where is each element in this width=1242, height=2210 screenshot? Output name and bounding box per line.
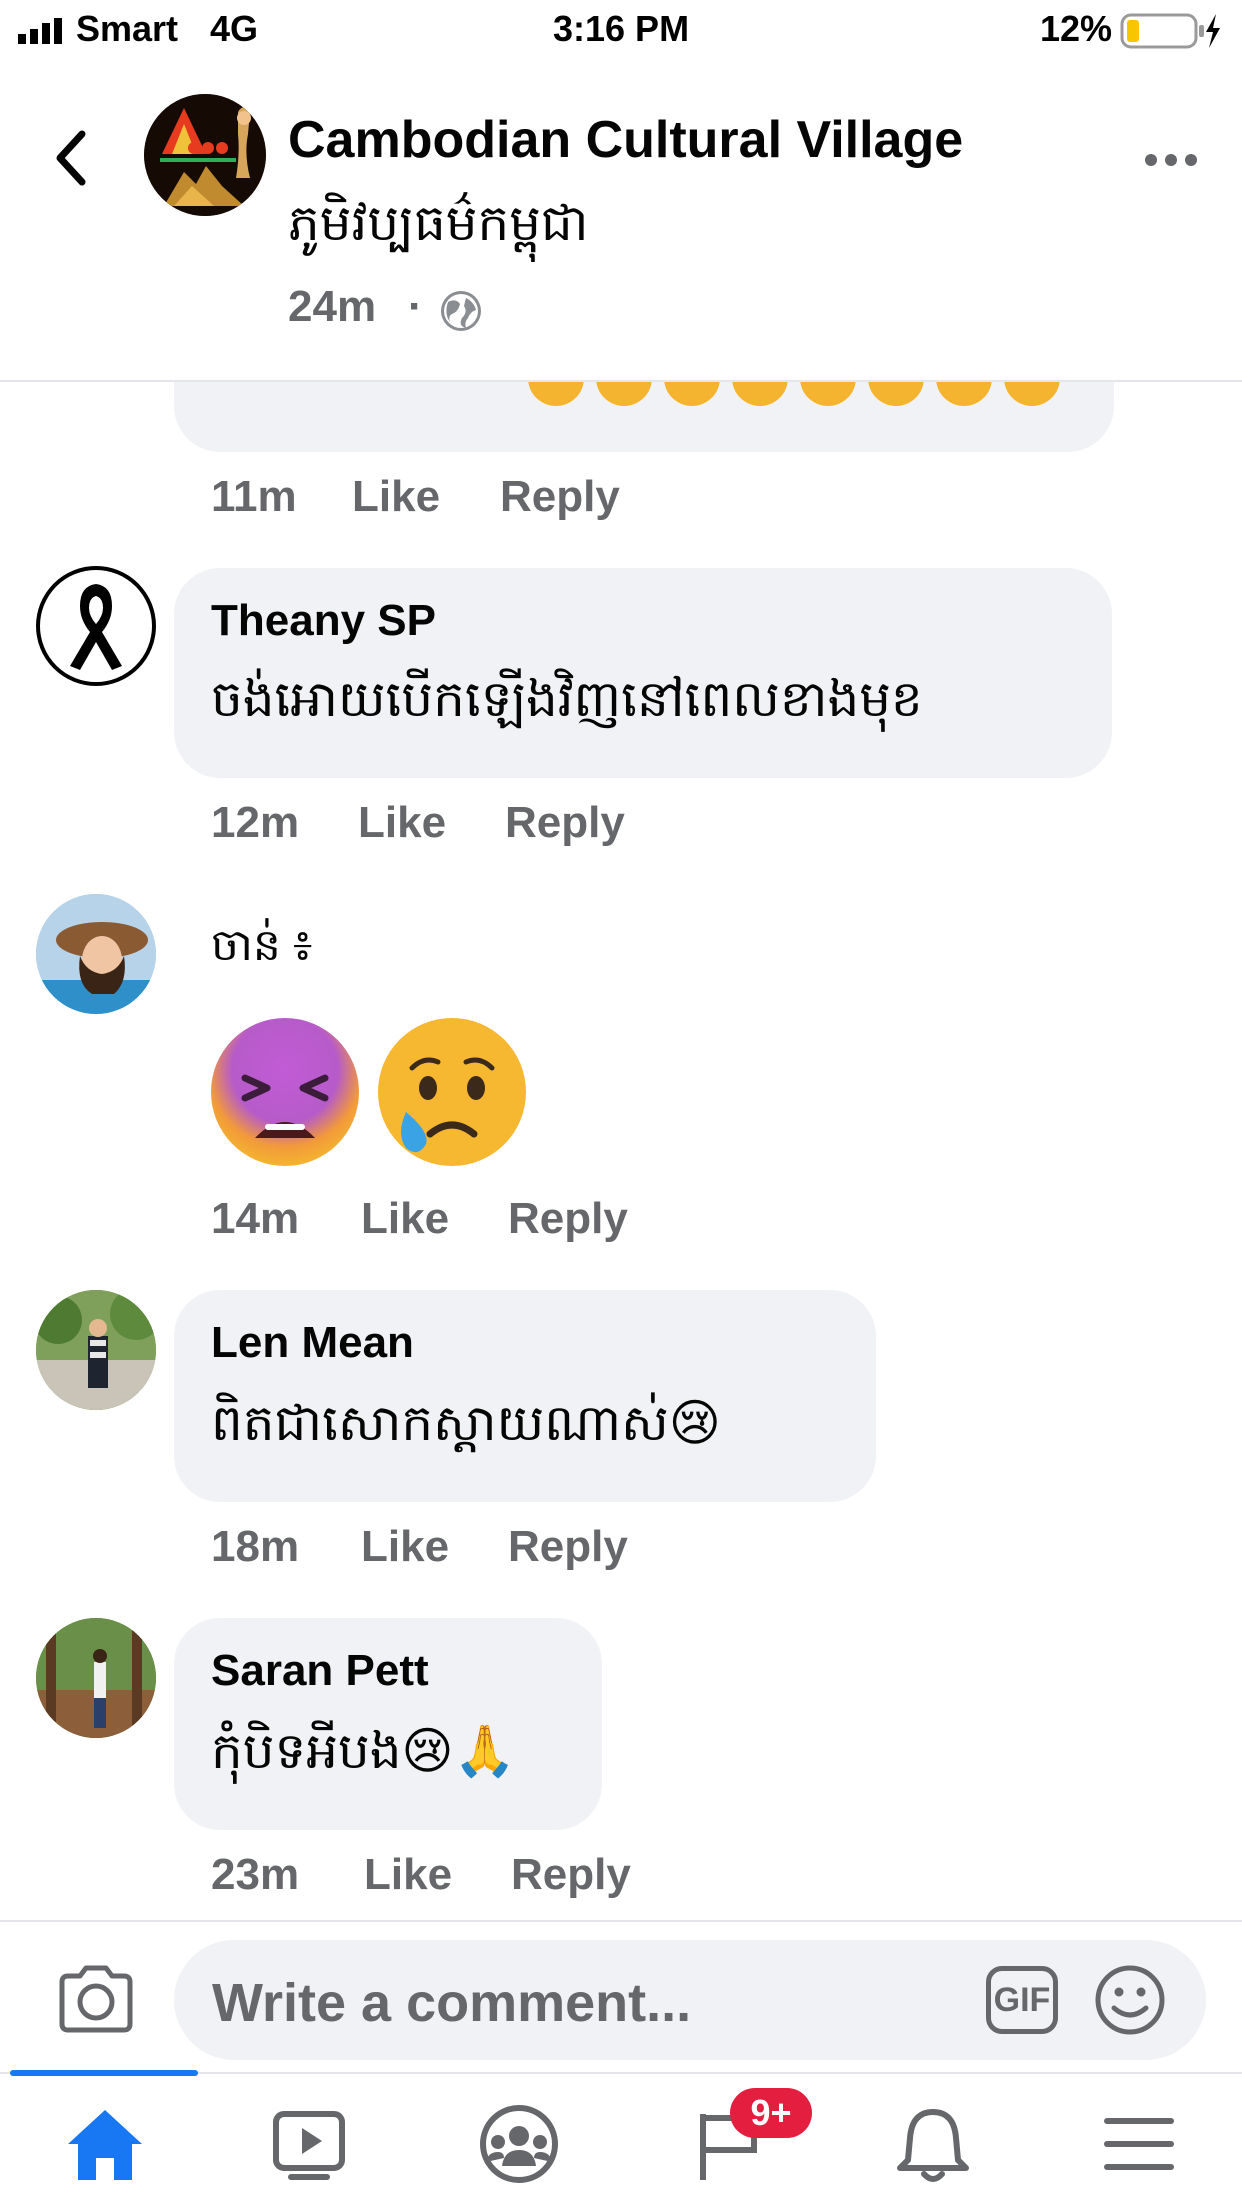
comment-time[interactable]: 11m [211,472,297,522]
comment-composer: Write a comment... GIF [0,1920,1242,2072]
battery-percent: 12% [1040,8,1113,49]
carrier-label: Smart [76,8,179,49]
page-logo [144,94,266,216]
signal-icon [18,18,62,44]
page-name[interactable]: Cambodian Cultural Village [288,110,963,170]
smiley-icon[interactable] [1094,1964,1166,2036]
like-button[interactable]: Like [364,1850,452,1900]
comment-text: ចាន់ ៖ [211,921,313,970]
gif-button[interactable]: GIF [986,1966,1058,2034]
home-icon[interactable] [60,2104,150,2184]
time-separator: · [408,282,423,331]
comment-text: ចង់អោយបើកឡើងវិញនៅពេលខាងមុខ [211,671,923,727]
page-name-khmer: ភូមិវប្បធម៌កម្ពុជា [288,195,589,251]
reply-button[interactable]: Reply [505,798,625,848]
comment-author[interactable]: Len Mean [211,1318,414,1368]
comment-placeholder: Write a comment... [212,1973,692,2033]
watch-icon[interactable] [266,2104,356,2184]
comment-time[interactable]: 14m [211,1194,299,1244]
avatar-photo [36,1290,156,1410]
crying-face-emoji [378,1018,526,1166]
post-time[interactable]: 24m [288,282,376,332]
comment-author[interactable]: Theany SP [211,596,436,646]
like-button[interactable]: Like [361,1522,449,1572]
tab-bar: 9+ [0,2070,1242,2210]
comment-time[interactable]: 23m [211,1850,299,1900]
page-avatar[interactable] [144,94,266,216]
comment-time[interactable]: 12m [211,798,299,848]
camera-icon[interactable] [56,1964,136,2034]
network-label: 4G [210,8,259,49]
chevron-left-icon[interactable] [50,128,90,188]
black-ribbon-icon [70,584,122,670]
reply-button[interactable]: Reply [508,1522,628,1572]
notifications-icon[interactable] [888,2104,978,2184]
reply-button[interactable]: Reply [511,1850,631,1900]
avatar[interactable] [36,894,156,1014]
comment-text: កុំបិទអីបង😢🙏 [211,1723,516,1779]
menu-icon[interactable] [1094,2104,1184,2184]
post-header: Cambodian Cultural Village ភូមិវប្បធម៌កម… [0,62,1242,382]
avatar-photo [36,1618,156,1738]
notification-badge: 9+ [730,2088,812,2138]
avatar[interactable] [36,566,156,686]
comment-author[interactable]: Saran Pett [211,1646,429,1696]
like-button[interactable]: Like [352,472,440,522]
battery-icon [1120,13,1220,49]
avatar-photo [36,894,156,1014]
clock: 3:16 PM [553,8,690,49]
like-button[interactable]: Like [358,798,446,848]
globe-icon [441,291,481,331]
like-button[interactable]: Like [361,1194,449,1244]
groups-icon[interactable] [474,2104,564,2184]
reply-button[interactable]: Reply [508,1194,628,1244]
active-tab-indicator [10,2070,198,2076]
comment-input[interactable]: Write a comment... GIF [174,1940,1206,2060]
avatar[interactable] [36,1290,156,1410]
status-bar: Smart 4G 3:16 PM 12% [0,0,1242,62]
more-horizontal-icon[interactable] [1144,150,1198,170]
avatar[interactable] [36,1618,156,1738]
comment-time[interactable]: 18m [211,1522,299,1572]
reply-button[interactable]: Reply [500,472,620,522]
tired-face-emoji [211,1018,359,1166]
comment-text: ពិតជាសោកស្តាយណាស់😢 [211,1395,721,1451]
